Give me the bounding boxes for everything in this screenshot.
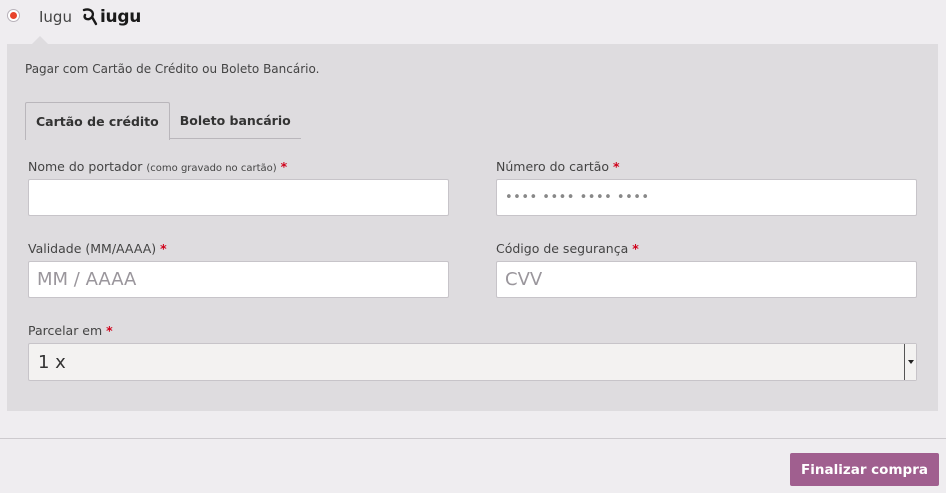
holder-name-input[interactable] <box>28 179 449 216</box>
holder-name-label-text: Nome do portador <box>28 159 143 174</box>
holder-name-label: Nome do portador (como gravado no cartão… <box>28 159 287 174</box>
iugu-logo-icon <box>82 8 98 26</box>
payment-instruction: Pagar com Cartão de Crédito ou Boleto Ba… <box>25 62 320 76</box>
provider-name: Iugu <box>39 8 72 26</box>
required-marker: * <box>280 159 288 174</box>
radio-selected-icon[interactable] <box>7 9 20 22</box>
finalize-purchase-button[interactable]: Finalizar compra <box>790 453 939 486</box>
installments-label: Parcelar em * <box>28 323 113 338</box>
tab-boleto[interactable]: Boleto bancário <box>169 102 301 139</box>
expiry-input[interactable] <box>28 261 449 298</box>
installments-label-text: Parcelar em <box>28 323 103 338</box>
required-marker: * <box>632 241 639 256</box>
required-marker: * <box>106 323 113 338</box>
installments-select[interactable]: 1 x <box>28 343 917 381</box>
holder-name-hint: (como gravado no cartão) <box>146 163 277 174</box>
payment-method-header: Iugu iugu <box>0 0 946 34</box>
card-number-input[interactable] <box>496 179 917 216</box>
card-number-label-text: Número do cartão <box>496 159 610 174</box>
cvv-label-text: Código de segurança <box>496 241 629 256</box>
dropdown-arrow-icon[interactable] <box>904 344 916 380</box>
cvv-label: Código de segurança * <box>496 241 639 256</box>
required-marker: * <box>160 241 167 256</box>
expiry-label: Validade (MM/AAAA) * <box>28 241 167 256</box>
iugu-logo: iugu <box>80 6 141 28</box>
cvv-input[interactable] <box>496 261 917 298</box>
required-marker: * <box>613 159 620 174</box>
installments-selected-value: 1 x <box>38 351 66 373</box>
footer-divider <box>0 438 946 439</box>
panel-pointer <box>32 36 48 44</box>
card-number-label: Número do cartão * <box>496 159 620 174</box>
payment-panel: Pagar com Cartão de Crédito ou Boleto Ba… <box>7 44 938 411</box>
iugu-logo-text: iugu <box>100 7 142 27</box>
tab-credit-card[interactable]: Cartão de crédito <box>25 102 170 140</box>
expiry-label-text: Validade (MM/AAAA) <box>28 241 157 256</box>
payment-tabs: Cartão de crédito Boleto bancário <box>25 102 301 140</box>
